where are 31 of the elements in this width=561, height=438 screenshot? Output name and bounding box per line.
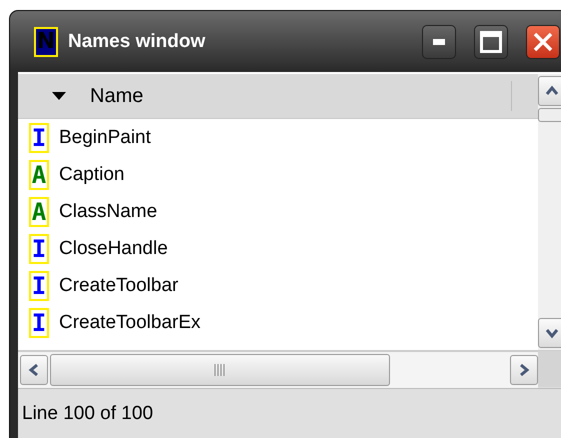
type-badge-icon: A (29, 160, 49, 190)
maximize-icon (480, 30, 502, 52)
status-text: Line 100 of 100 (22, 403, 154, 425)
vertical-scrollbar[interactable] (538, 74, 561, 350)
list-item[interactable]: ClassName (59, 200, 158, 222)
type-badge-icon: A (29, 196, 49, 226)
grip-icon (213, 364, 227, 376)
scroll-thumb[interactable] (538, 108, 561, 122)
list-item[interactable]: BeginPaint (59, 126, 151, 148)
close-icon (533, 32, 553, 52)
minimize-icon (433, 38, 445, 44)
list-item[interactable]: Caption (59, 164, 124, 186)
app-icon: N (34, 26, 58, 56)
scroll-up-button[interactable] (538, 76, 561, 106)
scroll-thumb[interactable] (50, 354, 390, 386)
column-title: Name (90, 84, 144, 108)
type-badge-icon: I (29, 122, 49, 152)
list-item[interactable]: CreateToolbar (59, 274, 178, 296)
type-badge-icon: I (29, 308, 49, 338)
window-title: Names window (68, 30, 206, 52)
maximize-button[interactable] (474, 24, 508, 58)
minimize-button[interactable] (422, 24, 456, 58)
type-badge-icon: I (29, 234, 49, 264)
list-item[interactable]: CreateToolbarEx (59, 312, 201, 334)
scroll-right-button[interactable] (510, 355, 538, 385)
scroll-down-button[interactable] (538, 318, 561, 348)
horizontal-scrollbar[interactable] (18, 351, 538, 388)
type-badge-icon: I (29, 270, 49, 300)
list-item[interactable]: CloseHandle (59, 238, 168, 260)
scroll-left-button[interactable] (20, 355, 48, 385)
close-button[interactable] (526, 24, 560, 58)
